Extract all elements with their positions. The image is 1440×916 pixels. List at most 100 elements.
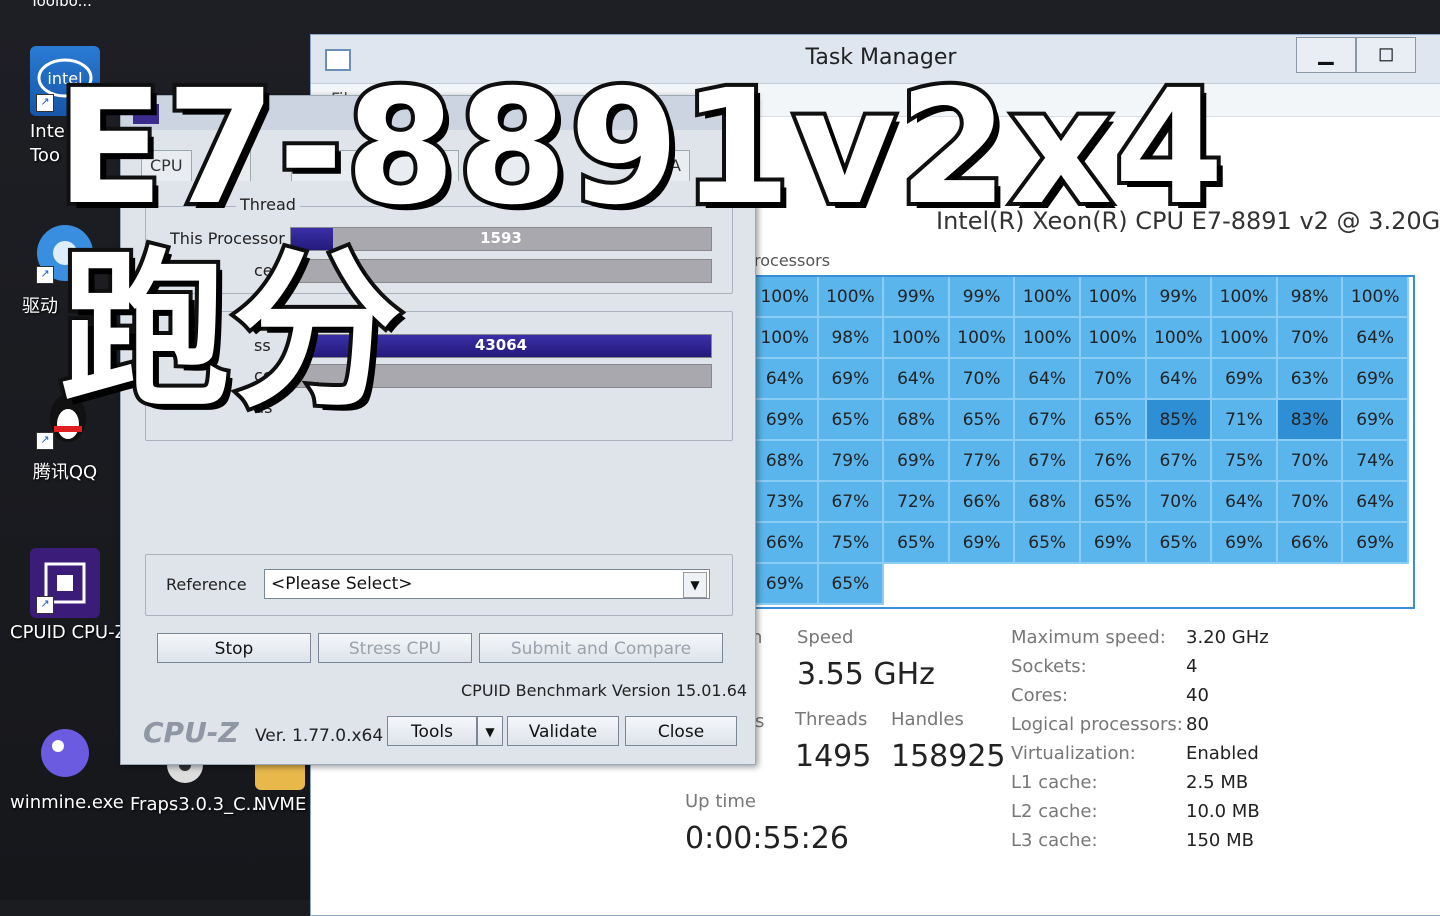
processor-cell: 69% [1343, 400, 1409, 441]
processor-cell: 98% [1277, 277, 1344, 318]
cpuz-brand-logo: CPU-Z [143, 716, 239, 749]
speed-label: Speed [797, 627, 854, 648]
stress-cpu-button[interactable]: Stress CPU [318, 633, 472, 663]
processor-cell: 70% [1277, 482, 1344, 523]
processor-cell: 83% [1277, 400, 1344, 441]
uptime-value: 0:00:55:26 [685, 821, 849, 856]
reference-group: Reference <Please Select> ▼ [145, 554, 733, 616]
desktop-top-label: Toolbo... [30, 0, 92, 10]
handles-label: Handles [891, 709, 964, 730]
processor-cell: 64% [1146, 359, 1213, 400]
processor-cell: 75% [818, 523, 885, 564]
submit-and-compare-button[interactable]: Submit and Compare [479, 633, 723, 663]
processor-cell: 69% [1081, 523, 1147, 564]
spec-key: Logical processors: [1011, 714, 1183, 735]
processor-cell: 64% [1343, 318, 1409, 359]
close-button[interactable]: Close [625, 716, 737, 746]
cpuz-chip-icon: ↗ [30, 548, 100, 618]
processor-cell: 70% [1277, 441, 1344, 482]
processor-cell: 68% [1015, 482, 1081, 523]
shortcut-arrow-icon: ↗ [36, 432, 54, 450]
tools-button[interactable]: Tools [387, 716, 477, 746]
desktop-icon-cpuz[interactable]: ↗ CPUID CPU-Z [10, 548, 127, 643]
processor-cell: 100% [884, 318, 950, 359]
processor-cell: 64% [753, 359, 819, 400]
overlay-title: E7-8891v2x4 [52, 54, 1228, 242]
processor-cell: 69% [1343, 359, 1409, 400]
processor-cell: 69% [753, 400, 819, 441]
spec-key: Virtualization: [1011, 743, 1136, 764]
processor-cell: 100% [753, 318, 819, 359]
desktop-icon-winmine[interactable]: winmine.exe [10, 718, 124, 813]
winmine-icon [30, 718, 100, 788]
processor-cell: 65% [1081, 482, 1147, 523]
spec-value: 3.20 GHz [1186, 627, 1269, 648]
spec-key: Sockets: [1011, 656, 1087, 677]
processor-cell: 73% [753, 482, 819, 523]
processor-cell: 100% [1015, 318, 1081, 359]
processor-cell: 69% [753, 564, 819, 605]
processor-cell: 67% [1015, 400, 1081, 441]
processor-cell: 65% [818, 400, 885, 441]
processor-cell: 75% [1212, 441, 1278, 482]
processor-cell: 98% [818, 318, 885, 359]
validate-button[interactable]: Validate [507, 716, 619, 746]
minimize-button[interactable]: ▁ [1296, 37, 1356, 73]
spec-value: Enabled [1186, 743, 1259, 764]
processor-cell: 65% [949, 400, 1016, 441]
processor-cell: 65% [1015, 523, 1081, 564]
speed-value: 3.55 GHz [797, 657, 935, 692]
processor-cell: 76% [1081, 441, 1147, 482]
reference-label: Reference [166, 575, 247, 594]
processor-cell: 65% [1081, 400, 1147, 441]
logical-processors-label: rocessors [754, 251, 831, 270]
reference-select[interactable]: <Please Select> ▼ [264, 569, 710, 599]
spec-key: Cores: [1011, 685, 1069, 706]
spec-value: 4 [1186, 656, 1198, 677]
processor-cell: 70% [1081, 359, 1147, 400]
processor-cell: 65% [884, 523, 950, 564]
processor-cell: 100% [1343, 277, 1409, 318]
processor-cell: 100% [753, 277, 819, 318]
stop-button[interactable]: Stop [157, 633, 311, 663]
cpuz-version: Ver. 1.77.0.x64 [255, 726, 384, 746]
processor-cell: 100% [1081, 277, 1147, 318]
processor-cell: 99% [884, 277, 950, 318]
shortcut-arrow-icon: ↗ [36, 266, 54, 284]
processor-cell: 65% [818, 564, 885, 605]
processor-cell: 100% [1146, 318, 1213, 359]
overlay-subtitle: 跑分 [56, 229, 406, 435]
logical-processor-grid: 100% 100% 99% 99% 100% 100% 99% 100% 98% 100% 100%… [751, 275, 1415, 609]
spec-key: L3 cache: [1011, 830, 1098, 851]
processor-cell: 64% [1212, 482, 1278, 523]
maximize-button[interactable]: ◻ [1356, 37, 1416, 73]
processor-cell: 99% [949, 277, 1016, 318]
processor-cell: 71% [1212, 400, 1278, 441]
processor-cell: 67% [1015, 441, 1081, 482]
processor-cell: 74% [1343, 441, 1409, 482]
spec-value: 10.0 MB [1186, 801, 1260, 822]
processor-cell: 70% [949, 359, 1016, 400]
processor-cell: 68% [753, 441, 819, 482]
processor-cell: 69% [949, 523, 1016, 564]
processor-cell: 70% [1277, 318, 1344, 359]
processor-cell: 67% [1146, 441, 1213, 482]
partial-label-s: s [755, 711, 765, 732]
processor-cell: 77% [949, 441, 1016, 482]
processor-cell: 99% [1146, 277, 1213, 318]
processor-cell: 100% [1015, 277, 1081, 318]
processor-cell: 63% [1277, 359, 1344, 400]
processor-cell: 64% [1343, 482, 1409, 523]
processor-cell: 67% [818, 482, 885, 523]
processor-cell: 100% [1212, 277, 1278, 318]
processor-cell: 85% [1146, 400, 1213, 441]
tools-dropdown-icon[interactable]: ▼ [477, 716, 503, 746]
processor-cell: 64% [884, 359, 950, 400]
shortcut-arrow-icon: ↗ [36, 94, 54, 112]
processor-cell: 66% [949, 482, 1016, 523]
processor-cell: 69% [1212, 359, 1278, 400]
threads-label: Threads [795, 709, 868, 730]
threads-value: 1495 [795, 739, 872, 774]
processor-cell: 100% [949, 318, 1016, 359]
processor-cell: 100% [818, 277, 885, 318]
